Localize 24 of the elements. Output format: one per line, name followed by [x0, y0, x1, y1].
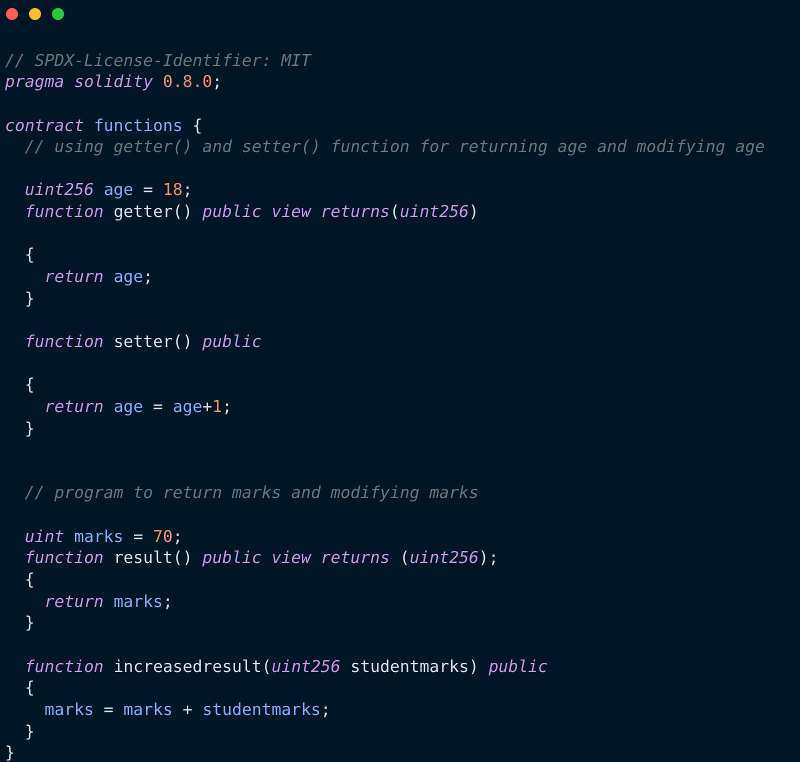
code-line: pragma solidity 0.8.0; [5, 72, 222, 92]
code-line: function setter() public [24, 332, 262, 351]
code-comment: // program to return marks and modifying marks [24, 483, 479, 502]
code-line: { [24, 678, 35, 698]
code-line: function increasedresult(uint256 studentmarks) public [24, 656, 548, 676]
code-line: { [24, 375, 35, 394]
code-line: { [24, 245, 35, 264]
code-line: function getter() public view returns(uint256) [24, 202, 479, 222]
code-line: } [24, 288, 35, 308]
code-line: return marks; [43, 592, 173, 611]
code-comment: // SPDX-License-Identifier: MIT [5, 50, 311, 70]
code-line: { [24, 570, 35, 590]
code-line: } [24, 722, 35, 741]
code-line: marks = marks + studentmarks; [43, 700, 331, 719]
code-line: uint marks = 70; [24, 526, 183, 546]
code-line: } [5, 743, 15, 762]
code-line: uint256 age = 18; [24, 180, 193, 200]
code-line: contract functions { [5, 116, 202, 135]
code-comment: // using getter() and setter() function for returning age and modifying age [24, 137, 765, 156]
code-line: } [24, 418, 35, 438]
code-line: return age; [43, 267, 154, 286]
code-line: function result() public view returns (uint256); [24, 548, 498, 568]
code-line: } [24, 613, 35, 632]
code-line: return age = age+1; [43, 396, 232, 416]
